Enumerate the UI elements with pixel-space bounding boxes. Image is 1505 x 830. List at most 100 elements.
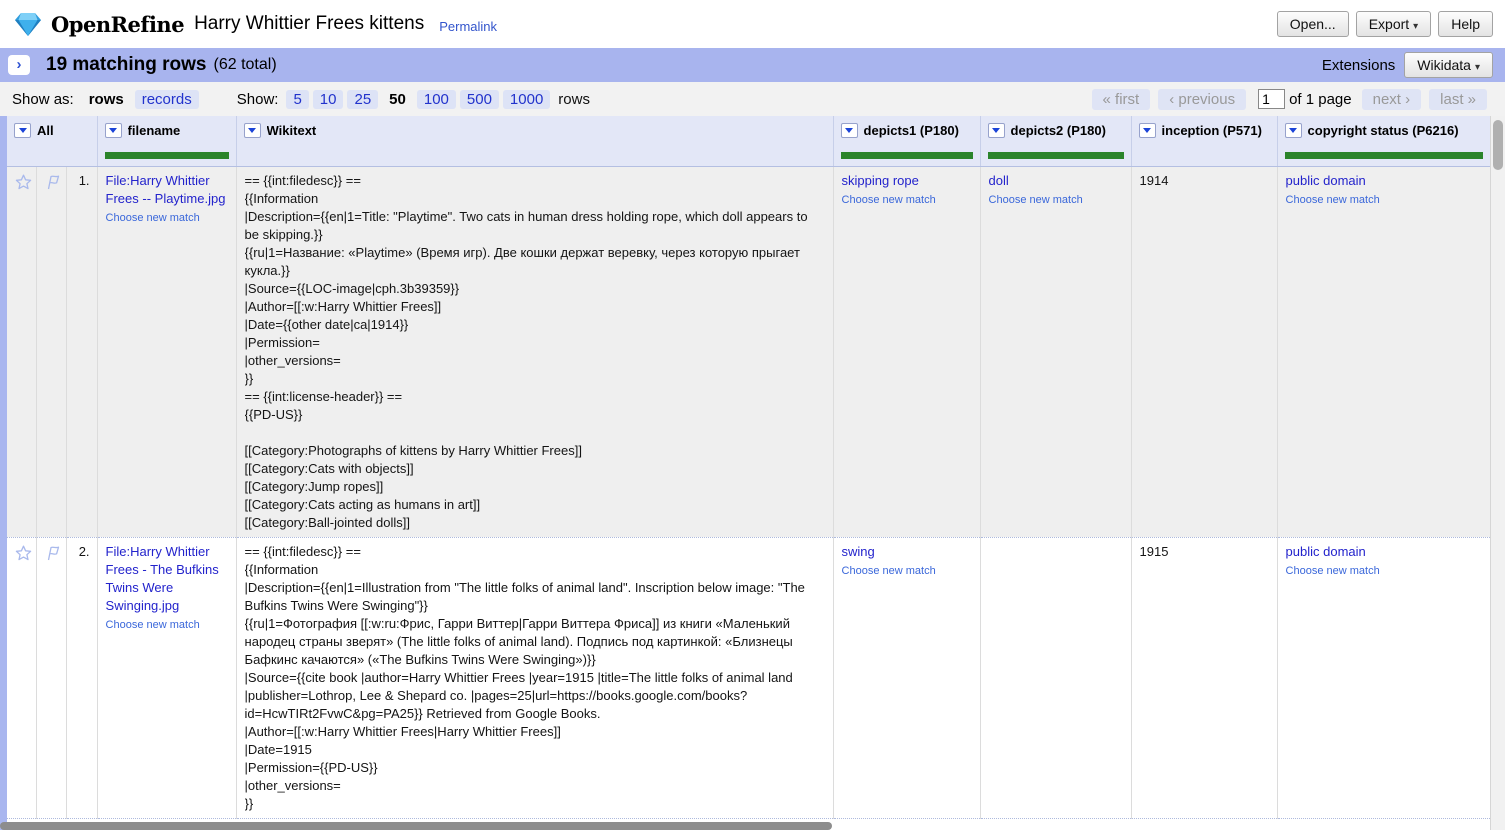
collapsed-facet-panel-strip xyxy=(0,116,7,830)
total-rows-count: (62 total) xyxy=(214,56,277,74)
matched-value-link[interactable]: public domain xyxy=(1286,543,1482,561)
data-table-area: All filename Wikitext xyxy=(0,116,1505,830)
wikidata-extension-button[interactable]: Wikidata▾ xyxy=(1404,52,1493,78)
summary-bar: › 19 matching rows (62 total) Extensions… xyxy=(0,48,1505,82)
permalink-link[interactable]: Permalink xyxy=(439,19,497,34)
mode-rows[interactable]: rows xyxy=(82,90,131,109)
dropdown-triangle-icon xyxy=(248,128,256,133)
column-header-all: All xyxy=(7,116,97,166)
reconciliation-progress-bar xyxy=(841,152,973,159)
cell-inception: 1915 xyxy=(1131,537,1277,818)
inception-value: 1914 xyxy=(1140,173,1169,188)
previous-page-button[interactable]: ‹ previous xyxy=(1158,89,1246,110)
column-menu-copyright-status-button[interactable] xyxy=(1285,123,1302,138)
choose-new-match-link[interactable]: Choose new match xyxy=(106,618,200,632)
column-menu-depicts1-button[interactable] xyxy=(841,123,858,138)
page-size-5[interactable]: 5 xyxy=(286,90,308,109)
reconciliation-progress-bar xyxy=(105,152,229,159)
choose-new-match-link[interactable]: Choose new match xyxy=(842,564,936,578)
top-bar: OpenRefine Harry Whittier Frees kittens … xyxy=(0,0,1505,48)
cell-depicts1: swing Choose new match xyxy=(833,537,980,818)
view-options-bar: Show as: rows records Show: 5 10 25 50 1… xyxy=(0,82,1505,116)
column-header-filename: filename xyxy=(97,116,236,166)
page-number-input[interactable] xyxy=(1258,89,1285,109)
cell-inception: 1914 xyxy=(1131,166,1277,537)
matched-value-link[interactable]: public domain xyxy=(1286,172,1482,190)
dropdown-triangle-icon xyxy=(845,128,853,133)
filename-link[interactable]: File:Harry Whittier Frees - The Bufkins … xyxy=(106,543,228,615)
matched-value-link[interactable]: doll xyxy=(989,172,1123,190)
dropdown-triangle-icon xyxy=(19,128,27,133)
show-as-label: Show as: xyxy=(12,91,74,108)
cell-filename: File:Harry Whittier Frees - The Bufkins … xyxy=(97,537,236,818)
column-menu-inception-button[interactable] xyxy=(1139,123,1156,138)
row-index: 1. xyxy=(66,166,97,537)
wikitext-value: == {{int:filedesc}} == {{Information |De… xyxy=(245,172,825,532)
star-icon[interactable] xyxy=(15,174,32,190)
page-size-1000[interactable]: 1000 xyxy=(503,90,550,109)
cell-wikitext: == {{int:filedesc}} == {{Information |De… xyxy=(236,537,833,818)
topbar-buttons: Open... Export▾ Help xyxy=(1277,11,1493,37)
page-size-100[interactable]: 100 xyxy=(417,90,456,109)
cell-depicts2 xyxy=(980,537,1131,818)
show-label: Show: xyxy=(237,91,279,108)
column-menu-filename-button[interactable] xyxy=(105,123,122,138)
cell-copyright-status: public domain Choose new match xyxy=(1277,537,1490,818)
openrefine-diamond-logo-icon xyxy=(14,12,42,37)
column-menu-depicts2-button[interactable] xyxy=(988,123,1005,138)
help-button[interactable]: Help xyxy=(1438,11,1493,37)
vertical-scrollbar-thumb[interactable] xyxy=(1493,120,1503,170)
next-page-button[interactable]: next › xyxy=(1362,89,1422,110)
column-header-depicts1: depicts1 (P180) xyxy=(833,116,980,166)
dropdown-triangle-icon xyxy=(1143,128,1151,133)
choose-new-match-link[interactable]: Choose new match xyxy=(989,193,1083,207)
vertical-scrollbar[interactable] xyxy=(1490,116,1505,830)
page-size-25[interactable]: 25 xyxy=(347,90,378,109)
project-title: Harry Whittier Frees kittens xyxy=(194,13,424,35)
column-header-inception: inception (P571) xyxy=(1131,116,1277,166)
filename-link[interactable]: File:Harry Whittier Frees -- Playtime.jp… xyxy=(106,172,228,208)
inception-value: 1915 xyxy=(1140,544,1169,559)
caret-down-icon: ▾ xyxy=(1475,62,1480,73)
horizontal-scrollbar-thumb[interactable] xyxy=(0,822,832,830)
extensions-label: Extensions xyxy=(1322,57,1395,74)
page-size-50[interactable]: 50 xyxy=(382,90,413,109)
open-button[interactable]: Open... xyxy=(1277,11,1349,37)
star-icon[interactable] xyxy=(15,545,32,561)
column-header-depicts2: depicts2 (P180) xyxy=(980,116,1131,166)
cell-depicts2: doll Choose new match xyxy=(980,166,1131,537)
column-menu-wikitext-button[interactable] xyxy=(244,123,261,138)
dropdown-triangle-icon xyxy=(109,128,117,133)
reconciliation-progress-bar xyxy=(1285,152,1483,159)
cell-filename: File:Harry Whittier Frees -- Playtime.jp… xyxy=(97,166,236,537)
flag-icon[interactable] xyxy=(45,174,62,190)
page-size-500[interactable]: 500 xyxy=(460,90,499,109)
expand-facet-panel-button[interactable]: › xyxy=(8,55,30,75)
dropdown-triangle-icon xyxy=(1289,128,1297,133)
cell-wikitext: == {{int:filedesc}} == {{Information |De… xyxy=(236,166,833,537)
first-page-button[interactable]: « first xyxy=(1092,89,1151,110)
matched-value-link[interactable]: swing xyxy=(842,543,972,561)
table-row: 1. File:Harry Whittier Frees -- Playtime… xyxy=(7,166,1490,537)
matched-value-link[interactable]: skipping rope xyxy=(842,172,972,190)
header-row: All filename Wikitext xyxy=(7,116,1490,166)
row-index: 2. xyxy=(66,537,97,818)
choose-new-match-link[interactable]: Choose new match xyxy=(842,193,936,207)
page-size-10[interactable]: 10 xyxy=(313,90,344,109)
cell-copyright-status: public domain Choose new match xyxy=(1277,166,1490,537)
table-row: 2. File:Harry Whittier Frees - The Bufki… xyxy=(7,537,1490,818)
last-page-button[interactable]: last » xyxy=(1429,89,1487,110)
export-button[interactable]: Export▾ xyxy=(1356,11,1432,37)
dropdown-triangle-icon xyxy=(992,128,1000,133)
flag-icon[interactable] xyxy=(45,545,62,561)
choose-new-match-link[interactable]: Choose new match xyxy=(1286,564,1380,578)
choose-new-match-link[interactable]: Choose new match xyxy=(106,211,200,225)
cell-depicts1: skipping rope Choose new match xyxy=(833,166,980,537)
app-name: OpenRefine xyxy=(51,12,184,37)
choose-new-match-link[interactable]: Choose new match xyxy=(1286,193,1380,207)
mode-records[interactable]: records xyxy=(135,90,199,109)
wikitext-value: == {{int:filedesc}} == {{Information |De… xyxy=(245,543,825,813)
column-menu-all-button[interactable] xyxy=(14,123,31,138)
rows-suffix-label: rows xyxy=(558,91,590,108)
column-header-copyright-status: copyright status (P6216) xyxy=(1277,116,1490,166)
